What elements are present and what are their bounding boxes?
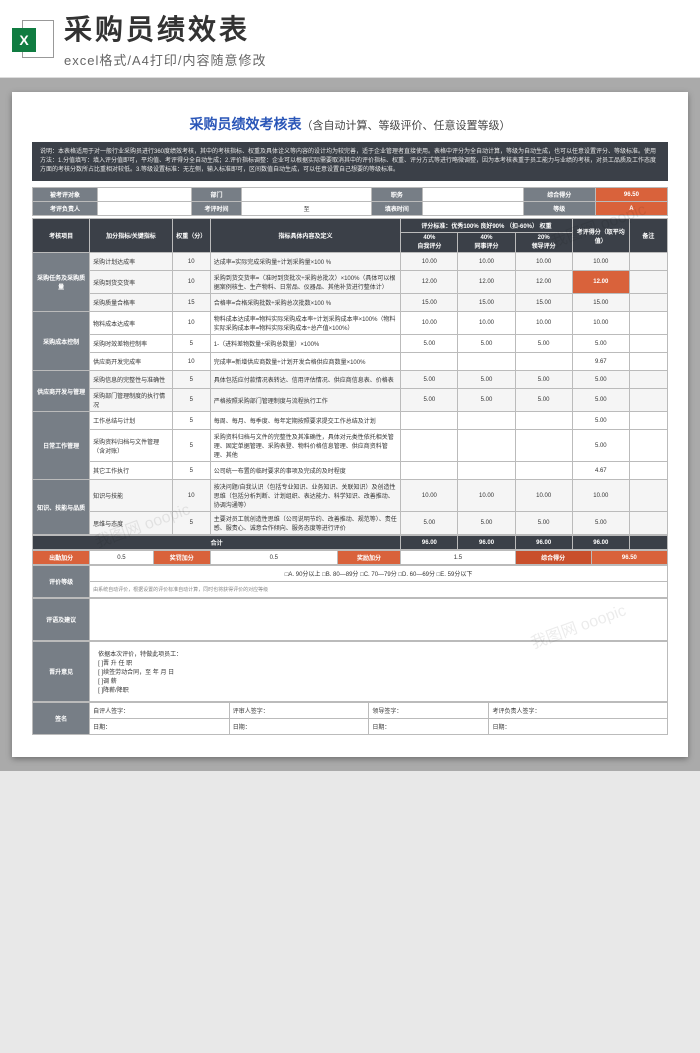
grade-table: 评价等级 □A. 90分以上 □B. 80—89分 □C. 70—79分 □D.… [32,565,668,598]
doc-title: 采购员绩效考核表（含自动计算、等级评价、任意设置等级） [32,114,668,134]
meta-table: 被考评对象 部门 职务 综合得分 96.50 考评负责人 考评时间 至 填表时间… [32,187,668,216]
table-row: 其它工作执行5公司统一布置的临时要求的事项及完成的及时程度4.67 [33,462,668,480]
total-score: 96.50 [595,188,667,202]
canvas: 我图网 ooopic 我图网 ooopic 我图网 ooopic 采购员绩效考核… [0,78,700,771]
table-row: 采购成本控制物料成本达成率10物料成本达成率=物料实际采购成本率÷计划采购成本率… [33,312,668,335]
table-row: 采购到货交货率10采购到货交货率=（准时到货批次÷采购总批次）×100%（具体可… [33,271,668,294]
document-page: 我图网 ooopic 我图网 ooopic 我图网 ooopic 采购员绩效考核… [12,92,688,757]
table-row: 采购部门管理制度的执行情况5严格按照采购部门管理制度与流程执行工作5.005.0… [33,389,668,412]
table-row: 供应商开发完成率10完成率=新增供应商数量÷计划开发合格供应商数量×100%9.… [33,353,668,371]
table-row: 采购质量合格率15合格率=合格采购批数÷采购总次批数×100 %15.0015.… [33,294,668,312]
totals-row: 合计 96.00 96.00 96.00 96.00 [32,535,668,550]
promotion: 晋升意见 依据本次评价，特做此项员工： [ ]晋 升 任 职 [ ]续签劳动合同… [32,641,668,702]
grade-value: A [595,202,667,216]
table-row: 采购资料归档与文件管理（含对账）5采购资料归档与文件的完整性及其准确性，具体对元… [33,430,668,462]
table-row: 供应商开发与管理采购信息的完整性与准确性5具体包括应付款情况表转达、信用评估情况… [33,371,668,389]
signatures: 签名 自评人签字：评审人签字： 领导签字：考评负责人签字： 日期：日期： 日期：… [32,702,668,735]
table-row: 日常工作管理工作总结与计划5每周、每月、每季度、每年定期按照要求提交工作总结及计… [33,412,668,430]
excel-icon: X [12,18,54,60]
app-header: X 采购员绩效表 excel格式/A4打印/内容随意修改 [0,0,700,78]
table-row: 采购任务及采购质量采购计划达成率10达成率=实际完成采购量÷计划采购量×100 … [33,253,668,271]
table-row: 采购时效差物控制率51-（进料差物数量÷采购总数量）×100%5.005.005… [33,335,668,353]
comment: 评语及建议 [32,598,668,641]
page-title: 采购员绩效表 [64,8,688,48]
table-row: 思维与态度5主要对员工就创造性思维（公司说明节约、改善推动、规范等）、责任感、服… [33,512,668,535]
table-row: 知识、技能与品质知识与技能10按决问题/自我认识（包括专业知识、业务知识、关联知… [33,480,668,512]
instructions: 说明：本表格适用于对一般行业采购员进行360度绩效考核，其中的考核指标、权重及具… [32,142,668,181]
page-subtitle: excel格式/A4打印/内容随意修改 [64,50,688,69]
assessment-table: 考核项目 加分指标/关键指标 权重（分） 指标具体内容及定义 评分标准：优秀10… [32,218,668,535]
bonus-row: 出勤加分 0.5 奖罚加分 0.5 奖励加分 1.5 综合得分 96.50 [32,550,668,565]
